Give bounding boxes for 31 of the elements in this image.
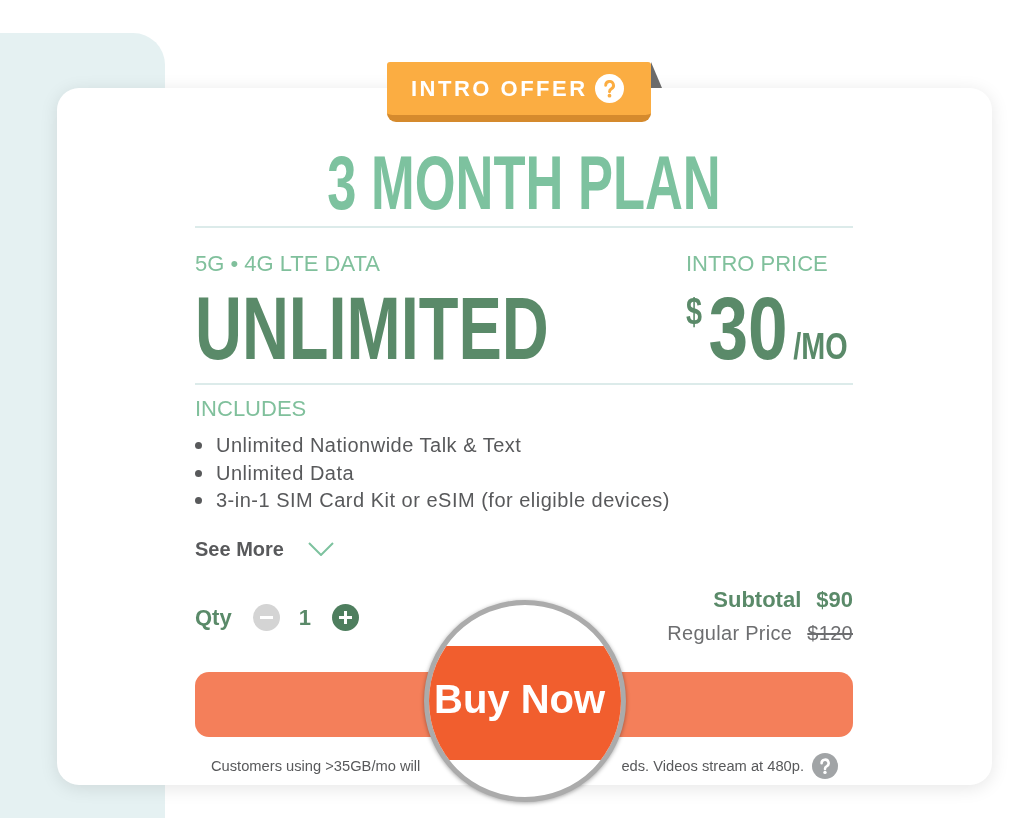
footnote-text: eds. Videos stream at 480p.	[621, 757, 804, 774]
increase-button[interactable]	[331, 604, 359, 631]
data-label: 5G • 4G LTE DATA	[195, 253, 381, 275]
footnote-text: Customers using >35GB/mo will	[211, 757, 421, 774]
data-amount: UNLIMITED	[195, 284, 549, 373]
chevron-icon	[307, 541, 334, 556]
see-more-button[interactable]: See More	[195, 536, 334, 561]
regular-price-label: Regular Price	[667, 620, 793, 646]
subtotal-value: $90	[816, 585, 853, 614]
minus-icon	[259, 616, 273, 619]
price-unit: /MO	[793, 329, 848, 365]
ribbon-fold-icon	[651, 62, 662, 88]
subtotal-label: Subtotal	[713, 585, 802, 614]
includes-heading: INCLUDES	[195, 398, 308, 420]
qty-label: Qty	[195, 604, 232, 631]
bullet-icon	[195, 469, 202, 477]
plus-icon	[338, 611, 352, 624]
help-icon[interactable]	[812, 752, 838, 779]
help-icon[interactable]	[594, 74, 624, 103]
qty-value: 1	[298, 604, 311, 631]
bullet-icon	[195, 497, 202, 505]
price-label: INTRO PRICE	[686, 253, 829, 275]
bullet-icon	[195, 442, 202, 450]
regular-price-value: $120	[807, 620, 853, 646]
feature-text: Unlimited Nationwide Talk & Text	[216, 434, 522, 458]
price-amount: 30	[708, 284, 788, 373]
plan-title: 3 MONTH PLAN	[327, 145, 721, 221]
currency-sign: $	[686, 294, 703, 330]
feature-text: 3-in-1 SIM Card Kit or eSIM (for eligible devices)	[216, 489, 671, 513]
badge-label: INTRO OFFER	[411, 77, 588, 100]
feature-text: Unlimited Data	[216, 461, 355, 485]
